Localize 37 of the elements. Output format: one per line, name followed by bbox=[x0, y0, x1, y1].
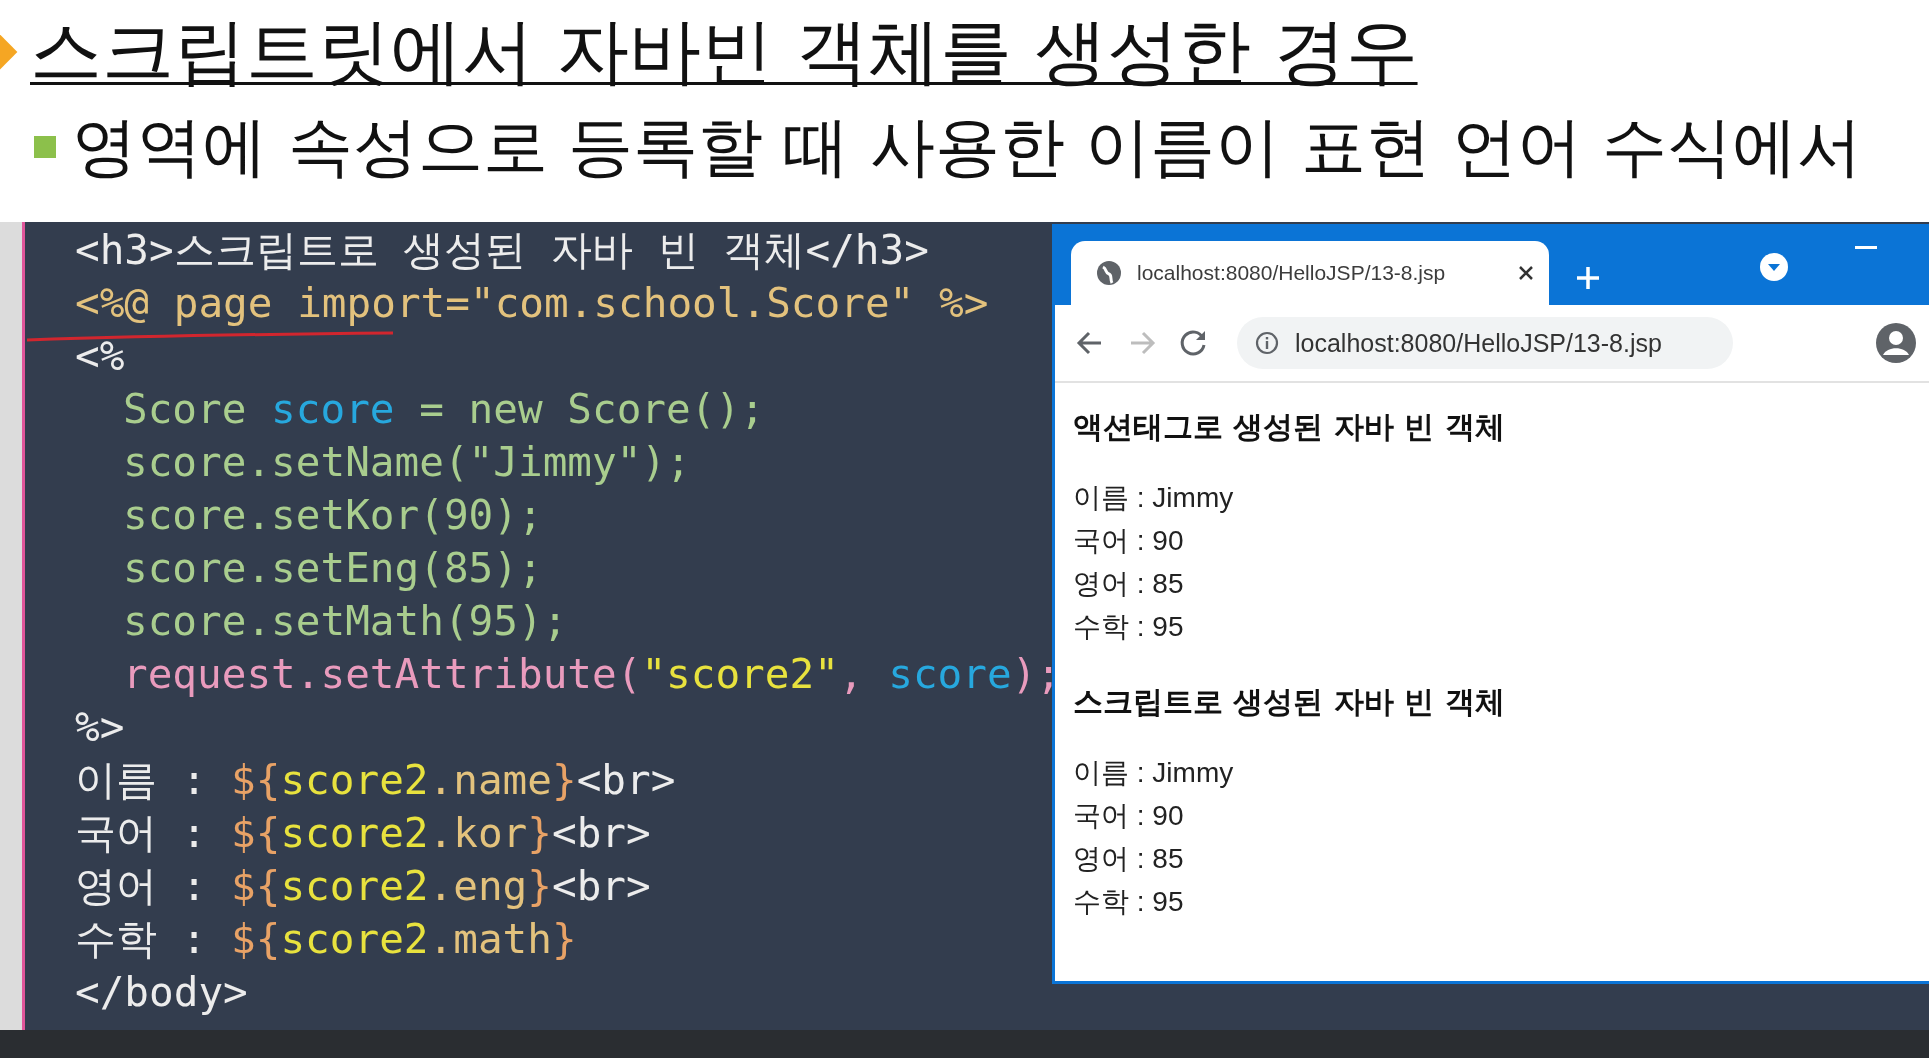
code-line: %> bbox=[75, 702, 125, 753]
code-line: 영어 : ${score2.eng}<br> bbox=[75, 861, 651, 912]
close-icon[interactable] bbox=[1517, 264, 1535, 282]
result-line: 이름 : Jimmy bbox=[1073, 481, 1235, 515]
result-line: 이름 : Jimmy bbox=[1073, 756, 1235, 790]
dropdown-icon[interactable] bbox=[1759, 252, 1789, 282]
result-line: 영어 : 85 bbox=[1073, 842, 1185, 876]
code-line: <%@ page import="com.school.Score" %> bbox=[75, 278, 989, 329]
code-line: score.setKor(90); bbox=[122, 490, 543, 541]
profile-icon[interactable] bbox=[1875, 322, 1917, 364]
square-bullet-icon bbox=[34, 135, 56, 158]
code-line: 수학 : ${score2.math} bbox=[75, 914, 577, 965]
code-line: </body> bbox=[75, 967, 248, 1018]
code-line: request.setAttribute("score2", score); bbox=[122, 649, 1062, 700]
code-line: 국어 : ${score2.kor}<br> bbox=[75, 808, 651, 859]
code-line: score.setEng(85); bbox=[122, 543, 543, 594]
code-line: <h3>스크립트로 생성된 자바 빈 객체</h3> bbox=[75, 225, 929, 276]
browser-tab[interactable]: localhost:8080/HelloJSP/13-8.jsp bbox=[1071, 241, 1549, 305]
new-tab-icon[interactable] bbox=[1575, 265, 1601, 291]
slide-subtitle: 영역에 속성으로 등록할 때 사용한 이름이 표현 언어 수식에서 bbox=[72, 108, 1863, 186]
code-line: score.setName("Jimmy"); bbox=[122, 437, 691, 488]
result-line: 수학 : 95 bbox=[1073, 610, 1185, 644]
result-line: 영어 : 85 bbox=[1073, 567, 1185, 601]
code-line: Score score = new Score(); bbox=[122, 384, 765, 435]
code-line: <% bbox=[75, 331, 125, 382]
page-heading: 액션태그로 생성된 자바 빈 객체 bbox=[1073, 408, 1506, 446]
result-line: 수학 : 95 bbox=[1073, 885, 1185, 919]
info-icon bbox=[1255, 331, 1279, 355]
minimize-icon[interactable] bbox=[1855, 246, 1877, 250]
address-bar[interactable]: localhost:8080/HelloJSP/13-8.jsp bbox=[1237, 317, 1733, 369]
code-line: 이름 : ${score2.name}<br> bbox=[75, 755, 676, 806]
page-heading: 스크립트로 생성된 자바 빈 객체 bbox=[1073, 683, 1506, 721]
code-line: score.setMath(95); bbox=[122, 596, 568, 647]
slide-title: 스크립트릿에서 자바빈 객체를 생성한 경우 bbox=[30, 8, 1418, 95]
result-line: 국어 : 90 bbox=[1073, 524, 1185, 558]
globe-icon bbox=[1095, 259, 1123, 287]
result-line: 국어 : 90 bbox=[1073, 799, 1185, 833]
